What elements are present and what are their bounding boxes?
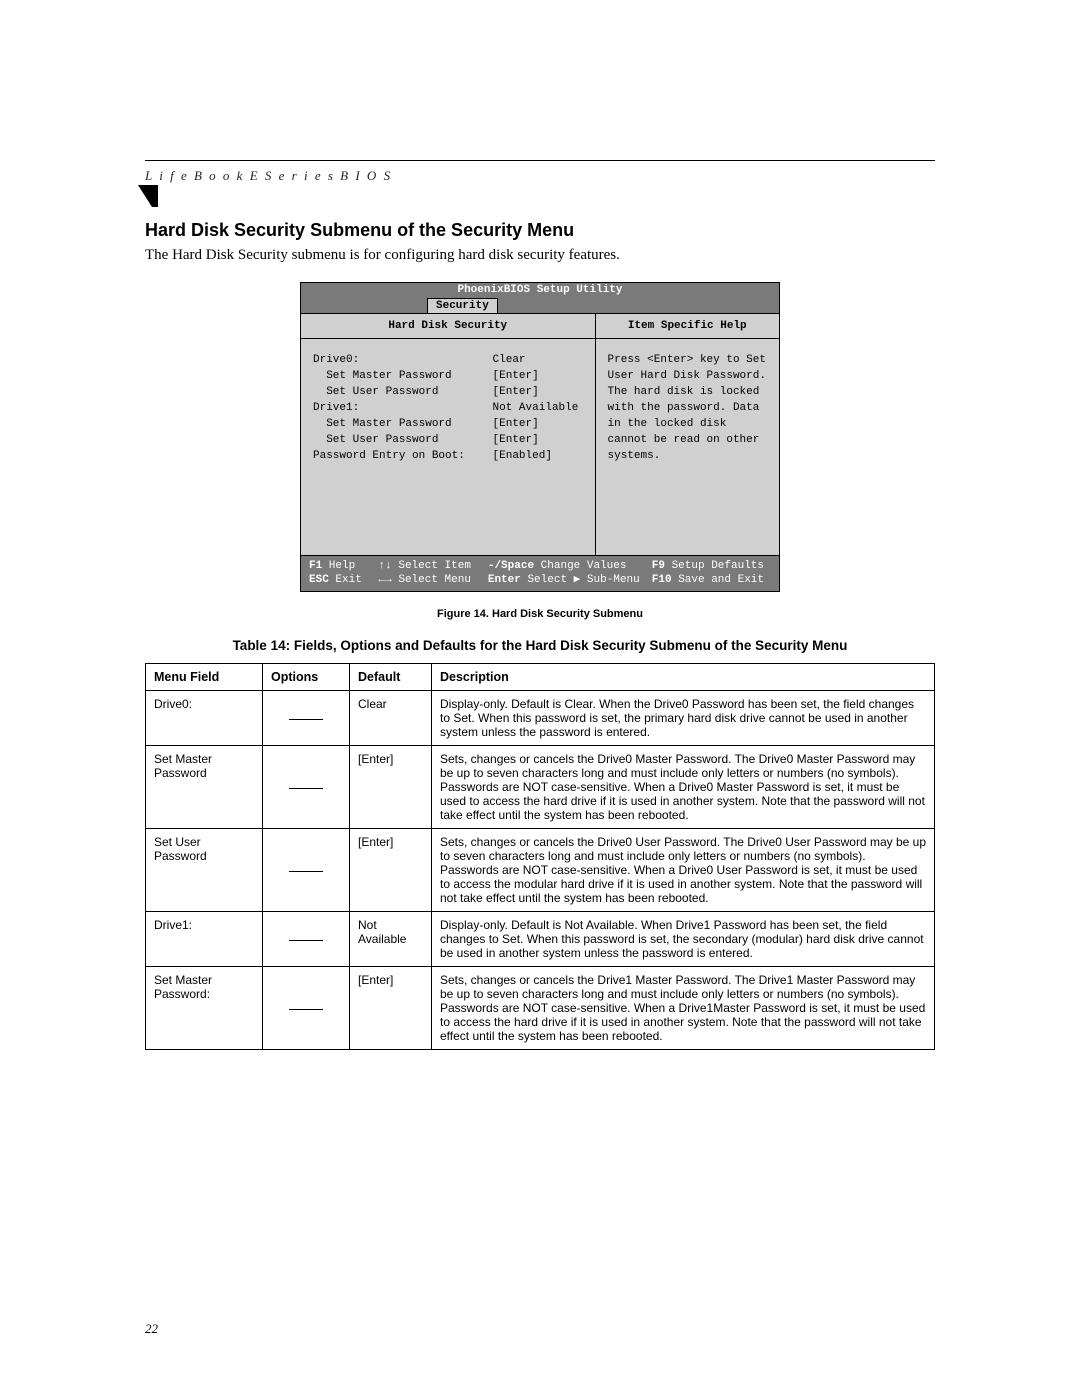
bios-item-value: [Enter] (493, 369, 583, 385)
corner-tab-rect (152, 185, 158, 207)
bios-footer-cell: F9 Setup Defaults (652, 559, 771, 574)
cell-description: Sets, changes or cancels the Drive1 Mast… (432, 967, 935, 1050)
top-rule (145, 160, 935, 161)
bios-footer-cell: Enter Select ▶ Sub-Menu (488, 573, 652, 588)
bios-footer-cell: ←→ Select Menu (379, 573, 488, 588)
bios-item-label: Set User Password (313, 433, 493, 449)
bios-item-label: Drive0: (313, 353, 493, 369)
bios-help-text: Press <Enter> key to Set User Hard Disk … (596, 339, 779, 555)
bios-item-label: Set User Password (313, 385, 493, 401)
bios-footer-cell: F10 Save and Exit (652, 573, 771, 588)
cell-description: Display-only. Default is Clear. When the… (432, 691, 935, 746)
section-intro: The Hard Disk Security submenu is for co… (145, 247, 935, 264)
cell-description: Sets, changes or cancels the Drive0 Mast… (432, 746, 935, 829)
cell-menu-field: Set User Password (146, 829, 263, 912)
cell-description: Display-only. Default is Not Available. … (432, 912, 935, 967)
bios-item-label: Set Master Password (313, 369, 493, 385)
bios-left-header: Hard Disk Security (301, 314, 595, 339)
bios-item-row: Set User Password[Enter] (313, 385, 583, 401)
cell-default: [Enter] (350, 967, 432, 1050)
cell-menu-field: Set Master Password (146, 746, 263, 829)
cell-options (263, 829, 350, 912)
cell-default: Clear (350, 691, 432, 746)
table-row: Set User Password [Enter]Sets, changes or… (146, 829, 935, 912)
bios-item-row: Set Master Password[Enter] (313, 417, 583, 433)
table-row: Set Master Password [Enter]Sets, changes … (146, 746, 935, 829)
bios-footer-cell: F1 Help (309, 559, 379, 574)
bios-item-row: Set Master Password[Enter] (313, 369, 583, 385)
cell-options (263, 691, 350, 746)
bios-tab-bar: Security (300, 297, 780, 314)
cell-menu-field: Drive1: (146, 912, 263, 967)
bios-right-header: Item Specific Help (596, 314, 779, 339)
th-default: Default (350, 664, 432, 691)
bios-item-value: [Enter] (493, 433, 583, 449)
table-row: Drive0: ClearDisplay-only. Default is Cle… (146, 691, 935, 746)
page-number: 22 (145, 1321, 158, 1337)
cell-menu-field: Set Master Password: (146, 967, 263, 1050)
bios-item-row: Drive0:Clear (313, 353, 583, 369)
bios-footer-cell: ESC Exit (309, 573, 379, 588)
fields-table: Menu Field Options Default Description D… (145, 663, 935, 1050)
table-row: Set Master Password: [Enter]Sets, changes… (146, 967, 935, 1050)
bios-item-row: Drive1:Not Available (313, 401, 583, 417)
bios-item-value: [Enter] (493, 385, 583, 401)
bios-item-row: Password Entry on Boot:[Enabled] (313, 449, 583, 465)
corner-tab-tri (138, 185, 152, 207)
bios-items-panel: Drive0:Clear Set Master Password[Enter] … (301, 339, 595, 555)
th-options: Options (263, 664, 350, 691)
bios-item-value: [Enabled] (493, 449, 583, 465)
table-row: Drive1: Not AvailableDisplay-only. Defaul… (146, 912, 935, 967)
section-title: Hard Disk Security Submenu of the Securi… (145, 220, 935, 241)
running-head: L i f e B o o k E S e r i e s B I O S (145, 168, 392, 184)
bios-footer-cell: ↑↓ Select Item (379, 559, 488, 574)
bios-item-value: Clear (493, 353, 583, 369)
cell-options (263, 912, 350, 967)
bios-screenshot: PhoenixBIOS Setup Utility Security Hard … (300, 282, 780, 592)
table-caption: Table 14: Fields, Options and Defaults f… (145, 638, 935, 653)
bios-footer: F1 Help↑↓ Select Item-/Space Change Valu… (300, 556, 780, 593)
bios-title: PhoenixBIOS Setup Utility (300, 282, 780, 297)
cell-default: Not Available (350, 912, 432, 967)
bios-item-label: Password Entry on Boot: (313, 449, 493, 465)
bios-footer-cell: -/Space Change Values (488, 559, 652, 574)
bios-item-label: Drive1: (313, 401, 493, 417)
bios-item-value: [Enter] (493, 417, 583, 433)
bios-item-label: Set Master Password (313, 417, 493, 433)
figure-caption: Figure 14. Hard Disk Security Submenu (145, 608, 935, 620)
th-menu-field: Menu Field (146, 664, 263, 691)
th-description: Description (432, 664, 935, 691)
bios-active-tab: Security (427, 298, 498, 313)
cell-options (263, 746, 350, 829)
bios-item-row: Set User Password[Enter] (313, 433, 583, 449)
cell-default: [Enter] (350, 829, 432, 912)
bios-item-value: Not Available (493, 401, 583, 417)
cell-default: [Enter] (350, 746, 432, 829)
cell-options (263, 967, 350, 1050)
cell-description: Sets, changes or cancels the Drive0 User… (432, 829, 935, 912)
cell-menu-field: Drive0: (146, 691, 263, 746)
